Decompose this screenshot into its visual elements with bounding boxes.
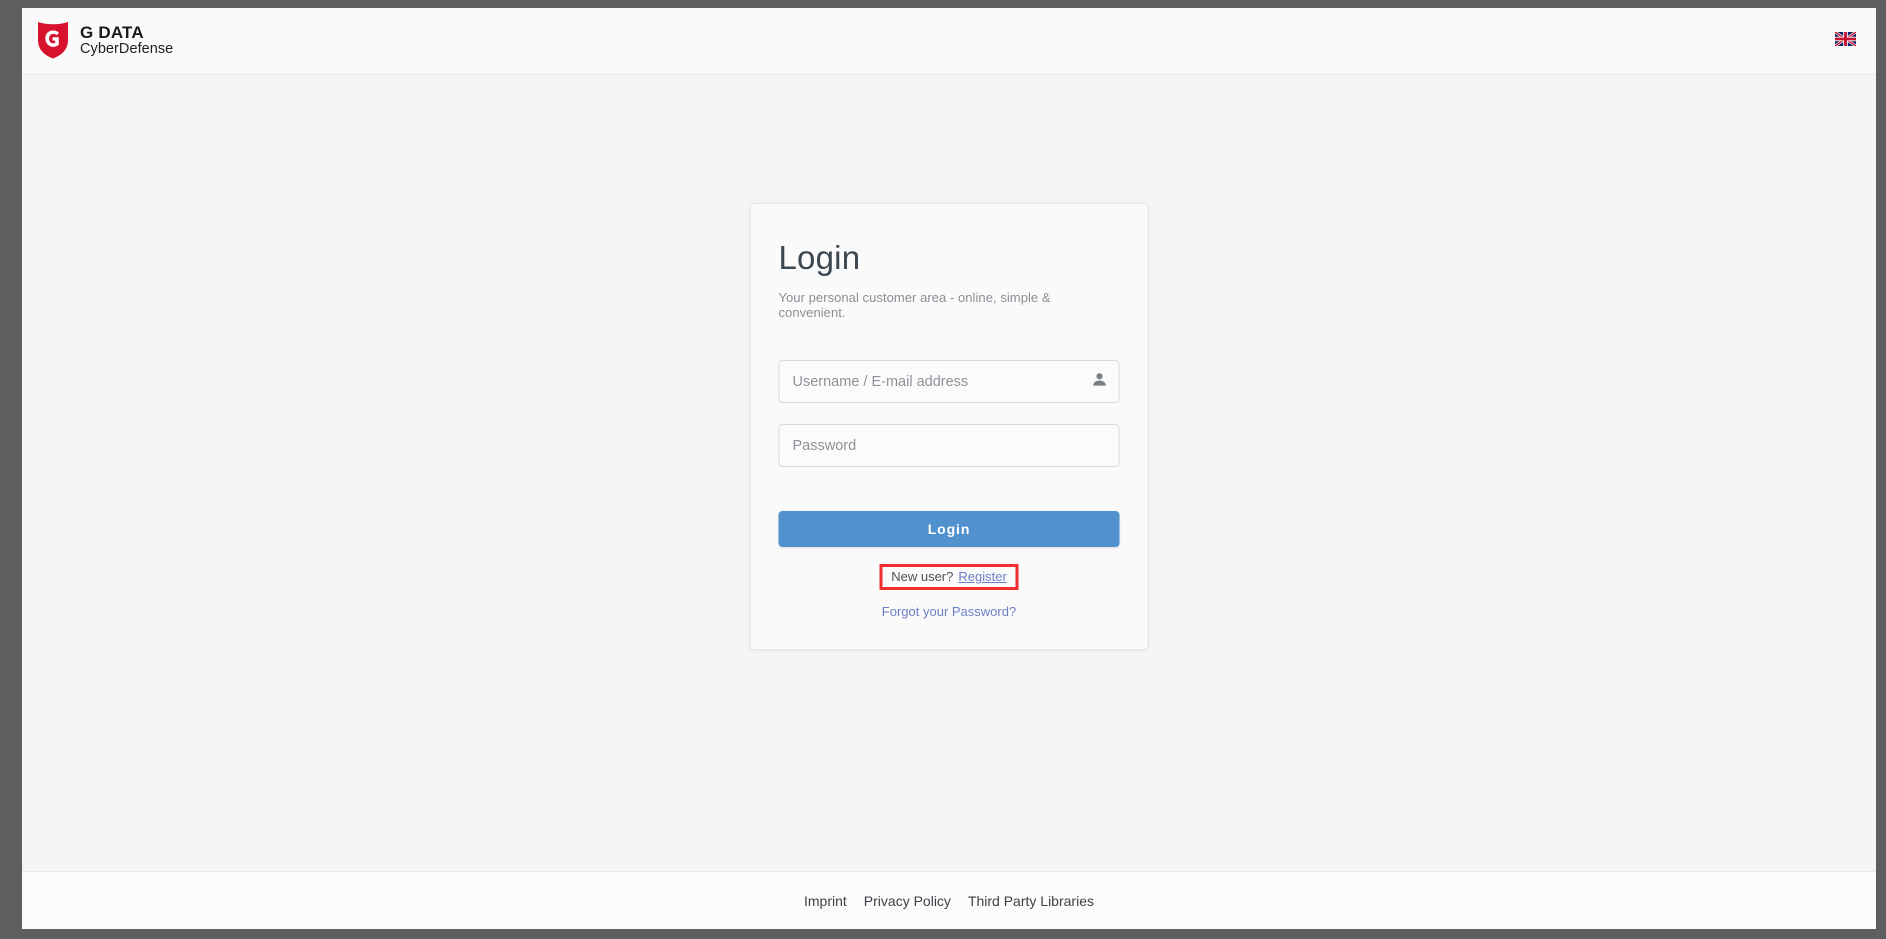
username-field-wrapper	[778, 360, 1120, 404]
login-button[interactable]: Login	[778, 511, 1120, 548]
brand-wordmark: G DATA CyberDefense	[80, 22, 174, 58]
page-title: Login	[778, 239, 861, 276]
site-header: G DATA CyberDefense	[22, 8, 1876, 75]
username-input[interactable]	[778, 360, 1120, 404]
forgot-password-link[interactable]: Forgot your Password?	[882, 604, 1016, 619]
register-link[interactable]: Register	[958, 569, 1006, 584]
browser-viewport: G DATA CyberDefense Login Your personal …	[22, 8, 1876, 929]
register-prompt-label: New user?	[891, 569, 954, 585]
login-card: Login Your personal customer area - onli…	[749, 203, 1149, 651]
page-subtitle: Your personal customer area - online, si…	[778, 290, 1051, 321]
footer-link-imprint[interactable]: Imprint	[803, 891, 848, 911]
register-row: New user? Register	[779, 564, 1120, 591]
footer-link-third-party-libraries[interactable]: Third Party Libraries	[967, 891, 1095, 911]
language-selector[interactable]	[1831, 28, 1860, 55]
footer-link-privacy-policy[interactable]: Privacy Policy	[863, 891, 952, 911]
brand-logo[interactable]: G DATA CyberDefense	[36, 19, 173, 64]
password-input[interactable]	[778, 424, 1120, 468]
screenshot-frame: G DATA CyberDefense Login Your personal …	[0, 0, 1886, 939]
forgot-password-row: Forgot your Password?	[779, 604, 1120, 619]
main-content: Login Your personal customer area - onli…	[22, 75, 1876, 871]
password-field-wrapper	[778, 424, 1120, 468]
gdata-shield-icon	[36, 19, 70, 64]
uk-flag-icon	[1834, 30, 1857, 51]
brand-title: G DATA	[80, 22, 144, 42]
site-footer: Imprint Privacy Policy Third Party Libra…	[22, 871, 1876, 929]
brand-subtitle: CyberDefense	[80, 41, 174, 58]
register-annotation-box: New user? Register	[879, 564, 1019, 591]
